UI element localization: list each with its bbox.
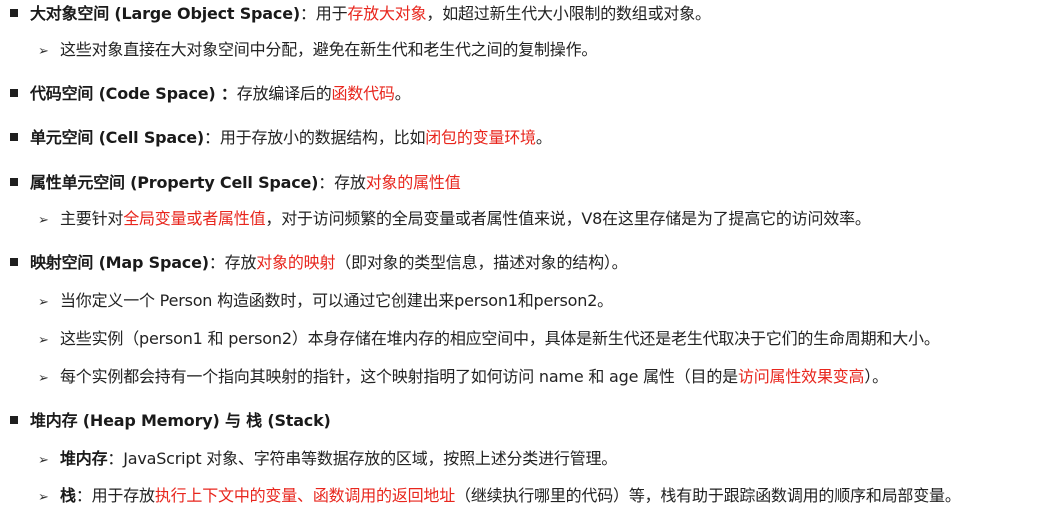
- arrowhead-bullet-icon: ➢: [38, 490, 49, 505]
- arrowhead-bullet-icon: ➢: [38, 44, 49, 59]
- bullet-cell-space: 单元空间 (Cell Space)：用于存放小的数据结构，比如闭包的变量环境。: [10, 126, 552, 150]
- heading-text: 栈: [60, 486, 76, 505]
- sub-bullet-map-instances: ➢ 这些实例（person1 和 person2）本身存储在堆内存的相应空间中，具…: [38, 327, 940, 353]
- bullet-code-space: 代码空间 (Code Space) ：存放编译后的函数代码。: [10, 82, 411, 106]
- body-text: （继续执行哪里的代码）等，栈有助于跟踪函数调用的顺序和局部变量。: [455, 486, 961, 505]
- highlight-text: 对象的属性值: [365, 173, 461, 192]
- square-bullet-icon: [10, 88, 18, 97]
- square-bullet-icon: [10, 415, 18, 424]
- highlight-text: 执行上下文中的变量、函数调用的返回地址: [154, 486, 456, 505]
- sub-bullet-map-pointer: ➢ 每个实例都会持有一个指向其映射的指针，这个映射指明了如何访问 name 和 a…: [38, 365, 888, 391]
- square-bullet-icon: [10, 8, 18, 17]
- body-text: 。: [535, 128, 552, 147]
- body-text: 。: [394, 84, 411, 103]
- body-text: 每个实例都会持有一个指向其映射的指针，这个映射指明了如何访问 name 和 ag…: [60, 367, 738, 386]
- bullet-heap-and-stack: 堆内存 (Heap Memory) 与 栈 (Stack): [10, 409, 331, 433]
- square-bullet-icon: [10, 257, 18, 266]
- document: 大对象空间 (Large Object Space)：用于存放大对象，如超过新生…: [0, 0, 1064, 512]
- body-text: ：存放: [208, 253, 257, 272]
- body-text: 主要针对: [60, 209, 124, 228]
- heading-text: 堆内存 (Heap Memory) 与 栈 (Stack): [30, 411, 331, 430]
- sub-bullet-property-cell-detail: ➢ 主要针对全局变量或者属性值，对于访问频繁的全局变量或者属性值来说，V8在这里存…: [38, 207, 871, 233]
- body-text: 这些对象直接在大对象空间中分配，避免在新生代和老生代之间的复制操作。: [60, 40, 598, 59]
- body-text: ，如超过新生代大小限制的数组或对象。: [426, 4, 711, 23]
- body-text: 当你定义一个 Person 构造函数时，可以通过它创建出来person1和per…: [60, 291, 613, 310]
- body-text: ）。: [864, 367, 888, 386]
- body-text: 这些实例（person1 和 person2）本身存储在堆内存的相应空间中，具体…: [60, 329, 940, 348]
- heading-text: 单元空间 (Cell Space): [30, 128, 205, 147]
- heading-text: 大对象空间 (Large Object Space): [30, 4, 300, 23]
- square-bullet-icon: [10, 132, 18, 141]
- heading-text: 映射空间 (Map Space): [30, 253, 209, 272]
- body-text: 存放编译后的: [236, 84, 332, 103]
- body-text: ：用于存放: [75, 486, 155, 505]
- highlight-text: 函数代码: [331, 84, 395, 103]
- bullet-large-object-space: 大对象空间 (Large Object Space)：用于存放大对象，如超过新生…: [10, 2, 711, 26]
- body-text: ：用于: [299, 4, 348, 23]
- highlight-text: 存放大对象: [347, 4, 427, 23]
- square-bullet-icon: [10, 177, 18, 186]
- body-text: ：JavaScript 对象、字符串等数据存放的区域，按照上述分类进行管理。: [107, 449, 618, 468]
- heading-text: 代码空间 (Code Space) ：: [30, 84, 237, 103]
- body-text: ：存放: [318, 173, 366, 192]
- arrowhead-bullet-icon: ➢: [38, 453, 49, 468]
- sub-bullet-map-person: ➢ 当你定义一个 Person 构造函数时，可以通过它创建出来person1和pe…: [38, 289, 613, 315]
- arrowhead-bullet-icon: ➢: [38, 371, 49, 386]
- sub-bullet-stack: ➢ 栈：用于存放执行上下文中的变量、函数调用的返回地址（继续执行哪里的代码）等，栈…: [38, 484, 961, 510]
- heading-text: 属性单元空间 (Property Cell Space): [30, 173, 319, 192]
- body-text: （即对象的类型信息，描述对象的结构）。: [335, 253, 628, 272]
- sub-bullet-heap: ➢ 堆内存：JavaScript 对象、字符串等数据存放的区域，按照上述分类进行管…: [38, 447, 617, 473]
- arrowhead-bullet-icon: ➢: [38, 213, 49, 228]
- bullet-property-cell-space: 属性单元空间 (Property Cell Space)：存放对象的属性值: [10, 171, 461, 195]
- highlight-text: 闭包的变量环境: [425, 128, 536, 147]
- sub-bullet-large-object-detail: ➢ 这些对象直接在大对象空间中分配，避免在新生代和老生代之间的复制操作。: [38, 38, 597, 64]
- body-text: ，对于访问频繁的全局变量或者属性值来说，V8在这里存储是为了提高它的访问效率。: [265, 209, 871, 228]
- arrowhead-bullet-icon: ➢: [38, 295, 49, 310]
- highlight-text: 访问属性效果变高: [737, 367, 865, 386]
- heading-text: 堆内存: [60, 449, 108, 468]
- arrowhead-bullet-icon: ➢: [38, 333, 49, 348]
- highlight-text: 全局变量或者属性值: [123, 209, 266, 228]
- bullet-map-space: 映射空间 (Map Space)：存放对象的映射（即对象的类型信息，描述对象的结…: [10, 251, 628, 275]
- body-text: ：用于存放小的数据结构，比如: [204, 128, 426, 147]
- highlight-text: 对象的映射: [256, 253, 336, 272]
